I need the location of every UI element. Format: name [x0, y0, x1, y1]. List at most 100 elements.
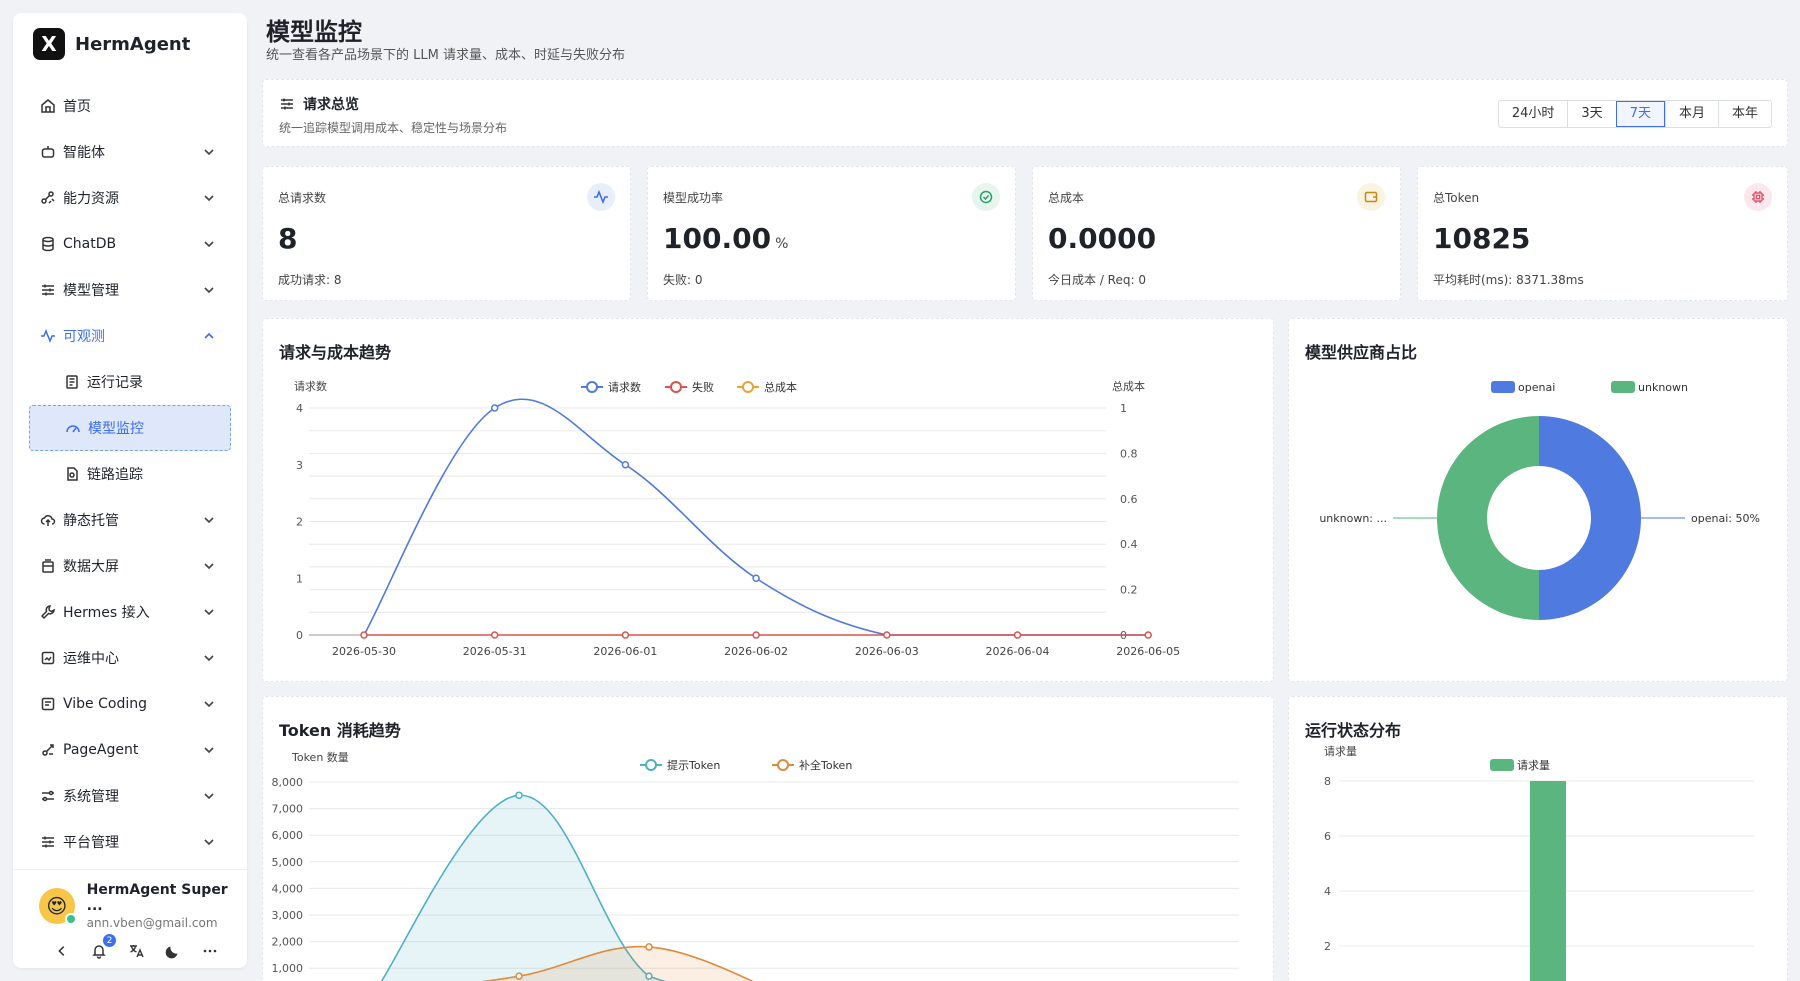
sidebar-item-agents[interactable]: 智能体: [29, 129, 231, 175]
legend-label: 请求量: [1517, 759, 1550, 772]
y-tick-label: 7,000: [272, 803, 304, 816]
sidebar-item-trace[interactable]: 链路追踪: [29, 451, 231, 497]
chevron-down-icon: [204, 563, 214, 570]
stat-number: 10825: [1433, 222, 1531, 255]
sidebar-item-ops[interactable]: 运维中心: [29, 635, 231, 681]
check-circle-icon: [972, 183, 1000, 211]
more-icon[interactable]: [201, 942, 219, 960]
sidebar-menu: 首页 智能体 能力资源 ChatDB 模型管理 可观测 运行记录 模型监控 链路…: [13, 75, 247, 865]
sidebar-item-observability[interactable]: 可观测: [29, 313, 231, 359]
x-tick-label: 2026-05-30: [332, 645, 396, 658]
collapse-sidebar-icon[interactable]: [53, 942, 71, 960]
sidebar-item-pageagent[interactable]: PageAgent: [29, 727, 231, 773]
legend-marker: [742, 381, 754, 393]
stat-label: 总Token: [1433, 191, 1480, 205]
stat-footer: 平均耗时(ms): 8371.38ms: [1433, 273, 1584, 287]
chip-icon: [1744, 183, 1772, 211]
sidebar-item-static-hosting[interactable]: 静态托管: [29, 497, 231, 543]
brand[interactable]: X HermAgent: [13, 13, 247, 75]
sidebar-item-label: 能力资源: [63, 191, 119, 207]
user-email: ann.vben@gmail.com: [86, 916, 218, 930]
sidebar-item-system[interactable]: 系统管理: [29, 773, 231, 819]
range-24h-button[interactable]: 24小时: [1499, 101, 1568, 127]
token-trend-chart: 1,000 2,000 3,000 4,000 5,000 6,000 7,000 8,000…: [272, 751, 1239, 981]
pie-slice-unknown: [1437, 416, 1539, 620]
y2-axis-label: 总成本: [1112, 379, 1145, 393]
sidebar-item-platform[interactable]: 平台管理: [29, 819, 231, 865]
y-tick-label: 0: [296, 629, 303, 642]
legend-marker: [645, 759, 657, 771]
sidebar-item-vibe-coding[interactable]: Vibe Coding: [29, 681, 231, 727]
stat-card-total-token: 总Token 10825 平均耗时(ms): 8371.38ms: [1417, 166, 1788, 301]
sidebar-item-model-monitor[interactable]: 模型监控: [29, 405, 231, 451]
x-tick-label: 2026-05-31: [463, 645, 527, 658]
sidebar-item-dashboard[interactable]: 数据大屏: [29, 543, 231, 589]
data-point-requests: [490, 404, 499, 412]
sidebar-item-models[interactable]: 模型管理: [29, 267, 231, 313]
y2-tick-label: 0.4: [1120, 538, 1138, 551]
pie-label: unknown: ...: [1319, 512, 1387, 525]
y2-tick-label: 0.6: [1120, 493, 1138, 506]
sidebar-subitem-label: 模型监控: [88, 421, 144, 437]
provider-share-chart: openai: 50% unknown: ... openai unknown: [1319, 381, 1760, 620]
range-year-button[interactable]: 本年: [1717, 101, 1771, 127]
sidebar-item-run-records[interactable]: 运行记录: [29, 359, 231, 405]
range-month-button[interactable]: 本月: [1664, 101, 1718, 127]
y-tick-label: 2: [1324, 940, 1331, 953]
chevron-down-icon: [204, 195, 214, 202]
overview-subtitle: 统一追踪模型调用成本、稳定性与场景分布: [279, 121, 508, 135]
data-point-failures: [752, 631, 760, 639]
user-profile[interactable]: 😍 HermAgent Super ... ann.vben@gmail.com: [39, 882, 247, 930]
cloud-upload-icon: [39, 511, 57, 529]
legend-label: 失败: [692, 380, 714, 394]
platform-icon: [39, 833, 57, 851]
screen-icon: [39, 557, 57, 575]
chevron-up-icon: [204, 332, 214, 339]
sidebar-item-resources[interactable]: 能力资源: [29, 175, 231, 221]
data-point-failures: [360, 631, 368, 639]
code-icon: [39, 695, 57, 713]
overview-card: 请求总览 统一追踪模型调用成本、稳定性与场景分布 24小时 3天 7天 本月 本…: [262, 79, 1788, 147]
data-point-1: [645, 943, 653, 951]
time-range-selector: 24小时 3天 7天 本月 本年: [1497, 100, 1772, 128]
gauge-icon: [64, 419, 82, 437]
range-7d-button[interactable]: 7天: [1615, 101, 1665, 127]
legend-label: 补全Token: [799, 758, 852, 772]
data-point-failures: [1013, 631, 1022, 639]
request-cost-trend-chart: 0123400.20.40.60.81请求数 总成本2026-05-30 2026-…: [294, 379, 1180, 658]
translate-icon[interactable]: [127, 942, 145, 960]
bell-icon[interactable]: 2: [90, 934, 116, 960]
stat-unit: %: [775, 236, 789, 252]
sidebar-item-label: Vibe Coding: [63, 696, 147, 712]
legend-label: 请求数: [608, 381, 641, 394]
sidebar-item-chatdb[interactable]: ChatDB: [29, 221, 231, 267]
sidebar-item-label: 运维中心: [63, 651, 119, 667]
stat-value: 10825: [1433, 222, 1534, 255]
sidebar-item-label: 模型管理: [63, 283, 119, 299]
range-3d-button[interactable]: 3天: [1567, 101, 1615, 127]
y-tick-label: 8,000: [272, 776, 304, 789]
y-tick-label: 4: [296, 402, 303, 415]
data-point-failures: [1144, 631, 1152, 639]
chevron-down-icon: [204, 149, 214, 156]
stat-label: 总请求数: [278, 191, 327, 205]
sliders-icon: [281, 98, 293, 110]
stat-value: 0.0000: [1048, 222, 1160, 255]
y2-tick-label: 0.8: [1120, 447, 1138, 460]
legend-label: unknown: [1638, 381, 1688, 394]
sidebar-item-home[interactable]: 首页: [29, 83, 231, 129]
stat-card-success-rate: 模型成功率 100.00% 失败: 0: [647, 166, 1016, 301]
legend-label: 总成本: [764, 380, 797, 394]
data-point-failures: [490, 631, 499, 639]
x-tick-label: 2026-06-02: [724, 645, 788, 658]
provider-share-card: 模型供应商占比 openai: 50% unknown: ... openai unk…: [1288, 318, 1788, 682]
home-icon: [39, 97, 57, 115]
chevron-down-icon: [204, 609, 214, 616]
x-tick-label: 2026-06-01: [593, 645, 657, 658]
brand-logo: X: [33, 28, 65, 60]
avatar: 😍: [39, 888, 77, 925]
stat-label: 总成本: [1048, 191, 1085, 205]
y-tick-label: 1: [296, 572, 303, 585]
moon-icon[interactable]: [164, 942, 182, 960]
sidebar-item-hermes[interactable]: Hermes 接入: [29, 589, 231, 635]
